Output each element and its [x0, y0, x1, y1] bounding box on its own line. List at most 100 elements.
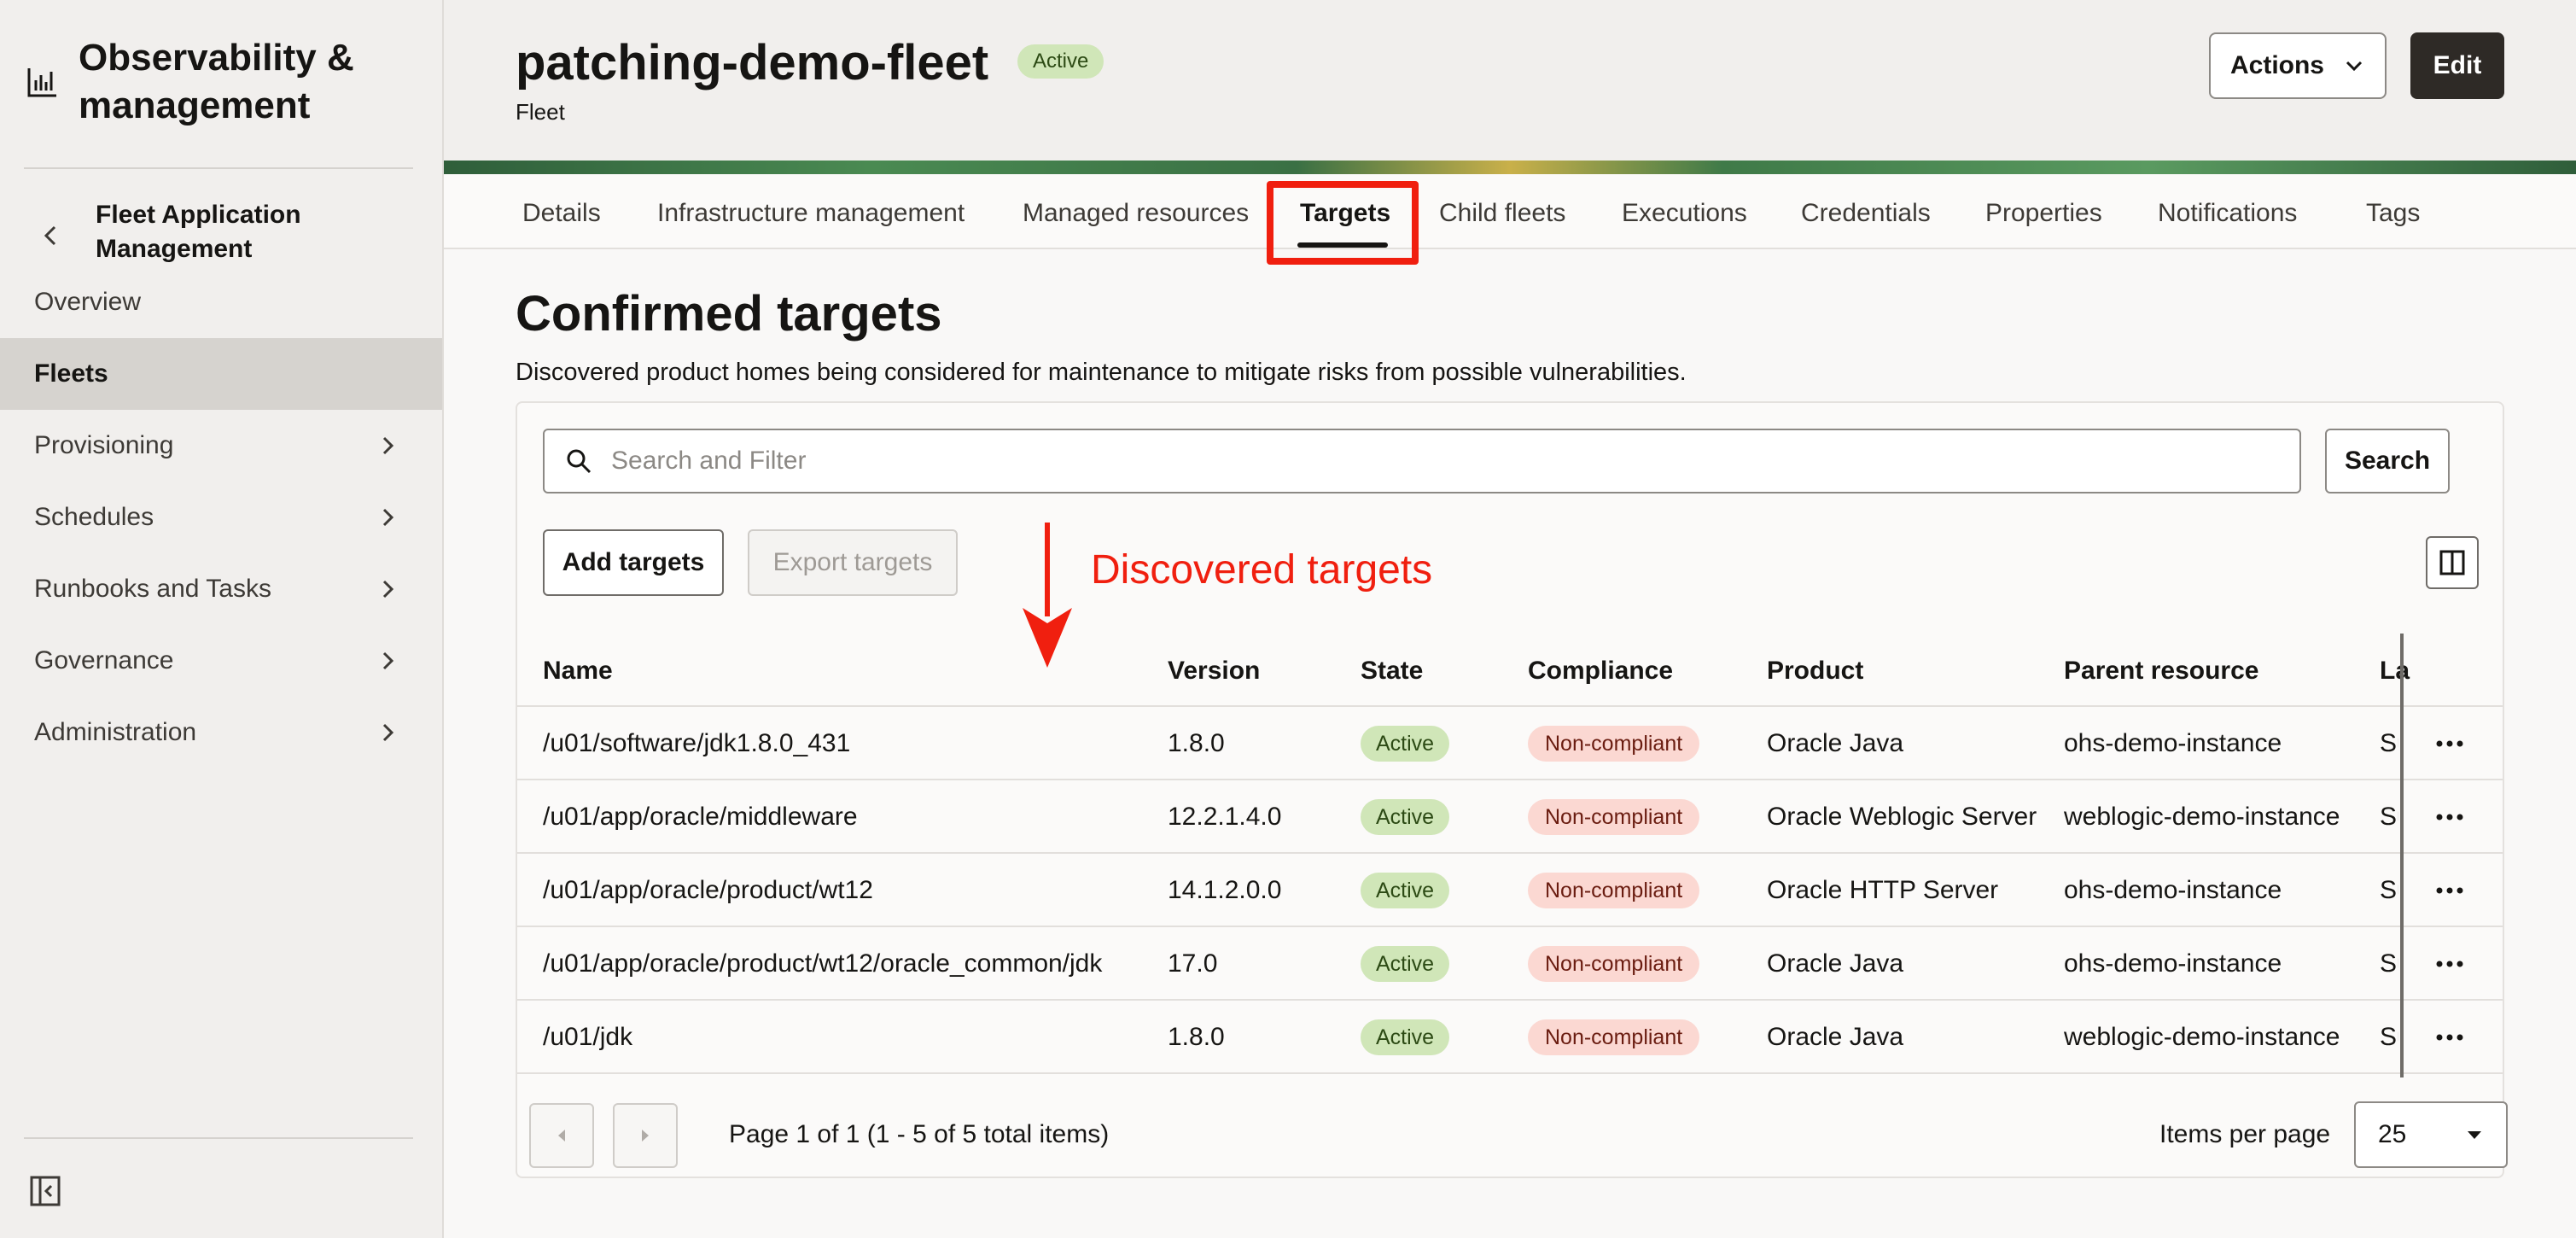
sidebar-item-schedules[interactable]: Schedules — [0, 482, 442, 553]
table-row[interactable]: /u01/jdk 1.8.0 Active Non-compliant Oracle J… — [517, 1001, 2503, 1074]
edit-button[interactable]: Edit — [2410, 32, 2504, 99]
target-parent-resource: ohs-demo-instance — [2064, 949, 2282, 978]
target-name[interactable]: /u01/app/oracle/product/wt12/oracle_comm… — [543, 927, 1102, 1001]
section-title: Confirmed targets — [516, 286, 942, 342]
page-header: patching-demo-fleet Active Fleet Actions… — [444, 0, 2576, 161]
tab-properties[interactable]: Properties — [1985, 174, 2102, 249]
columns-icon — [2439, 550, 2465, 575]
state-badge: Active — [1361, 946, 1450, 982]
column-header-parent-resource[interactable]: Parent resource — [2064, 628, 2258, 714]
search-input[interactable] — [611, 447, 2233, 476]
items-per-page-value: 25 — [2378, 1120, 2407, 1148]
sidebar-item-fleets[interactable]: Fleets — [0, 338, 442, 410]
search-field[interactable] — [543, 429, 2301, 493]
manage-columns-button[interactable] — [2426, 536, 2479, 589]
table-header: Name Version State Compliance Product Parent … — [517, 628, 2503, 707]
column-header-version[interactable]: Version — [1168, 628, 1260, 714]
more-actions-icon[interactable] — [2433, 731, 2467, 756]
target-clipped-column: Su — [2380, 1023, 2398, 1051]
add-targets-button[interactable]: Add targets — [543, 529, 724, 596]
column-header-name[interactable]: Name — [543, 628, 613, 714]
previous-page-button[interactable] — [529, 1103, 594, 1168]
more-actions-icon[interactable] — [2433, 951, 2467, 977]
sidebar: Observability & management Fleet Applica… — [0, 0, 444, 1238]
targets-panel: Search Add targets Export targets Discov… — [516, 401, 2508, 1178]
compliance-badge: Non-compliant — [1528, 1019, 1700, 1055]
chevron-right-icon — [382, 723, 394, 742]
more-actions-icon[interactable] — [2433, 1025, 2467, 1050]
app-header: Observability & management — [26, 34, 420, 130]
caret-down-icon — [2468, 1131, 2481, 1139]
table-row[interactable]: /u01/app/oracle/product/wt12 14.1.2.0.0 Ac… — [517, 854, 2503, 927]
annotation-label: Discovered targets — [1091, 547, 1433, 593]
tab-notifications[interactable]: Notifications — [2158, 174, 2297, 249]
tab-details[interactable]: Details — [522, 174, 601, 249]
previous-icon — [558, 1130, 565, 1142]
chevron-right-icon — [382, 651, 394, 670]
page-title: patching-demo-fleet — [516, 35, 989, 91]
sidebar-item-administration[interactable]: Administration — [0, 697, 442, 768]
tab-managed-resources[interactable]: Managed resources — [1023, 174, 1249, 249]
target-product: Oracle Java — [1767, 949, 1904, 978]
target-parent-resource: weblogic-demo-instance — [2064, 803, 2340, 831]
compliance-badge: Non-compliant — [1528, 726, 1700, 762]
target-parent-resource: ohs-demo-instance — [2064, 729, 2282, 757]
more-actions-icon[interactable] — [2433, 878, 2467, 903]
target-product: Oracle Java — [1767, 729, 1904, 757]
tab-infrastructure-management[interactable]: Infrastructure management — [657, 174, 965, 249]
sidebar-item-runbooks-and-tasks[interactable]: Runbooks and Tasks — [0, 553, 442, 625]
target-version: 14.1.2.0.0 — [1168, 876, 1282, 904]
sidebar-item-label: Governance — [34, 646, 174, 674]
target-name[interactable]: /u01/jdk — [543, 1001, 632, 1074]
collapse-sidebar-icon[interactable] — [29, 1175, 61, 1207]
page-subtitle: Fleet — [516, 99, 565, 125]
table-row[interactable]: /u01/software/jdk1.8.0_431 1.8.0 Active Non… — [517, 707, 2503, 780]
target-clipped-column: Su — [2380, 729, 2398, 757]
actions-button[interactable]: Actions — [2209, 32, 2387, 99]
target-name[interactable]: /u01/software/jdk1.8.0_431 — [543, 707, 850, 780]
more-actions-icon[interactable] — [2433, 804, 2467, 830]
sidebar-item-provisioning[interactable]: Provisioning — [0, 410, 442, 482]
target-clipped-column: Su — [2380, 949, 2398, 978]
column-resize-handle[interactable] — [2400, 634, 2404, 1077]
sidebar-item-governance[interactable]: Governance — [0, 625, 442, 697]
target-version: 1.8.0 — [1168, 729, 1225, 757]
chevron-down-icon — [2346, 61, 2363, 72]
sidebar-item-overview[interactable]: Overview — [0, 266, 442, 338]
target-clipped-column: Su — [2380, 876, 2398, 904]
sidebar-item-label: Runbooks and Tasks — [34, 575, 271, 603]
target-parent-resource: ohs-demo-instance — [2064, 876, 2282, 904]
table-row[interactable]: /u01/app/oracle/middleware 12.2.1.4.0 Acti… — [517, 780, 2503, 854]
target-name[interactable]: /u01/app/oracle/middleware — [543, 780, 858, 854]
export-targets-button[interactable]: Export targets — [748, 529, 958, 596]
tab-credentials[interactable]: Credentials — [1801, 174, 1931, 249]
column-header-compliance[interactable]: Compliance — [1528, 628, 1673, 714]
target-name[interactable]: /u01/app/oracle/product/wt12 — [543, 854, 873, 927]
table-body: /u01/software/jdk1.8.0_431 1.8.0 Active Non… — [517, 707, 2503, 1074]
tab-child-fleets[interactable]: Child fleets — [1439, 174, 1565, 249]
chevron-left-icon[interactable] — [34, 219, 68, 253]
search-button[interactable]: Search — [2325, 429, 2450, 493]
target-clipped-column: Su — [2380, 803, 2398, 831]
column-header-state[interactable]: State — [1361, 628, 1423, 714]
targets-tab-highlight — [1267, 181, 1419, 265]
state-badge: Active — [1361, 799, 1450, 835]
items-per-page-select[interactable]: 25 — [2354, 1101, 2508, 1168]
column-header-product[interactable]: Product — [1767, 628, 1863, 714]
table-row[interactable]: /u01/app/oracle/product/wt12/oracle_comm… — [517, 927, 2503, 1001]
tab-bar: Details Infrastructure management Managed … — [444, 174, 2576, 249]
main-content: patching-demo-fleet Active Fleet Actions… — [444, 0, 2576, 1238]
tab-tags[interactable]: Tags — [2366, 174, 2420, 249]
sidebar-item-label: Schedules — [34, 503, 154, 531]
target-version: 12.2.1.4.0 — [1168, 803, 1282, 831]
back-to-fleet-application-management[interactable]: Fleet Application Management — [34, 198, 352, 266]
page-info: Page 1 of 1 (1 - 5 of 5 total items) — [729, 1120, 1110, 1148]
column-header-la[interactable]: La — [2380, 628, 2410, 714]
target-parent-resource: weblogic-demo-instance — [2064, 1023, 2340, 1051]
tab-executions[interactable]: Executions — [1622, 174, 1747, 249]
sidebar-divider — [24, 1137, 413, 1139]
pagination: Page 1 of 1 (1 - 5 of 5 total items) Ite… — [517, 1077, 2508, 1177]
target-product: Oracle HTTP Server — [1767, 876, 1999, 904]
next-page-button[interactable] — [613, 1103, 678, 1168]
chevron-right-icon — [382, 580, 394, 599]
